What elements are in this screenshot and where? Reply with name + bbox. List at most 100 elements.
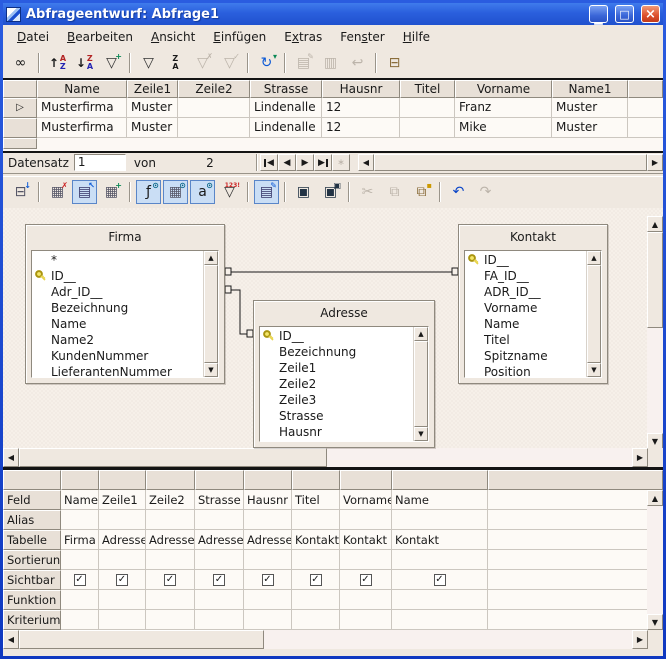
grid-cell-funktion[interactable] — [340, 590, 392, 610]
scrollbar-trough[interactable] — [327, 448, 632, 467]
field-item[interactable]: Zeile2 — [260, 376, 413, 392]
grid-cell-sortierung[interactable] — [99, 550, 146, 570]
table-name-button[interactable]: ▦⊙ — [163, 180, 188, 204]
column-header-name[interactable]: Name — [37, 80, 127, 98]
table-cell[interactable]: Muster — [127, 118, 178, 138]
edit-button[interactable]: ▤✎ — [254, 180, 279, 204]
standard-filter-button[interactable]: ▽ — [136, 51, 161, 75]
field-item[interactable]: Name2 — [32, 332, 203, 348]
grid-cell-sichtbar[interactable]: ✓ — [61, 570, 99, 590]
title-bar[interactable]: Abfrageentwurf: Abfrage1 ▁ □ × — [3, 3, 663, 25]
grid-cell-alias[interactable] — [392, 510, 488, 530]
scroll-left-button[interactable]: ◀ — [3, 630, 19, 649]
column-header-titel[interactable]: Titel — [400, 80, 455, 98]
menu-item-einfuegen[interactable]: Einfügen — [204, 27, 275, 47]
grid-column-header[interactable] — [292, 470, 340, 490]
grid-cell-sortierung[interactable] — [340, 550, 392, 570]
paste-button[interactable]: ⧉▪ — [409, 180, 434, 204]
grid-cell-sichtbar[interactable]: ✓ — [244, 570, 292, 590]
scrollbar-trough[interactable] — [647, 506, 663, 614]
record-number-input[interactable]: 1 — [74, 154, 126, 171]
grid-cell-alias[interactable] — [61, 510, 99, 530]
save-button[interactable]: ▣ — [291, 180, 316, 204]
field-item[interactable]: ID__ — [465, 252, 586, 268]
last-record-button[interactable]: ▶ — [314, 154, 332, 171]
field-item[interactable]: * — [32, 252, 203, 268]
table-cell[interactable]: Lindenalle — [250, 98, 322, 118]
scrollbar-trough[interactable] — [647, 328, 663, 433]
grid-cell-alias[interactable] — [340, 510, 392, 530]
visible-checkbox[interactable]: ✓ — [116, 574, 128, 586]
grid-cell-kriterium[interactable] — [392, 610, 488, 630]
grid-cell-sichtbar[interactable]: ✓ — [340, 570, 392, 590]
field-item[interactable]: Strasse — [260, 408, 413, 424]
design-table-title[interactable]: Firma — [26, 225, 224, 249]
menu-item-ansicht[interactable]: Ansicht — [142, 27, 204, 47]
maximize-button[interactable]: □ — [615, 5, 634, 23]
grid-cell-feld[interactable]: Strasse — [195, 490, 244, 510]
visible-checkbox[interactable]: ✓ — [262, 574, 274, 586]
grid-cell-sichtbar[interactable]: ✓ — [292, 570, 340, 590]
grid-column-header[interactable] — [244, 470, 292, 490]
scrollbar-trough[interactable] — [264, 630, 632, 649]
scroll-up-button[interactable]: ▲ — [414, 327, 428, 341]
scroll-down-button[interactable]: ▼ — [414, 427, 428, 441]
table-cell[interactable]: Musterfirma — [37, 118, 127, 138]
visible-checkbox[interactable]: ✓ — [74, 574, 86, 586]
grid-cell-tabelle[interactable]: Kontakt — [340, 530, 392, 550]
table-cell[interactable] — [400, 98, 455, 118]
scrollbar-thumb[interactable] — [19, 448, 327, 467]
field-item[interactable]: Bezeichnung — [32, 300, 203, 316]
grid-cell-tabelle[interactable]: Adresse — [195, 530, 244, 550]
grid-cell-alias[interactable] — [195, 510, 244, 530]
grid-cell-kriterium[interactable] — [146, 610, 195, 630]
column-header-strasse[interactable]: Strasse — [250, 80, 322, 98]
grid-cell-kriterium[interactable] — [340, 610, 392, 630]
design-table-kontakt[interactable]: KontaktID__FA_ID__ADR_ID__VornameNameTit… — [458, 224, 608, 384]
grid-cell-funktion[interactable] — [392, 590, 488, 610]
remove-filter-sort-button[interactable]: ▽✓ — [217, 51, 242, 75]
grid-row-header-funktion[interactable]: Funktion — [3, 590, 61, 610]
scrollbar-thumb[interactable] — [414, 341, 428, 427]
scroll-down-button[interactable]: ▼ — [647, 433, 663, 449]
sort-ascending-button[interactable]: ↑AZ — [45, 51, 70, 75]
new-record-button[interactable]: ∗ — [332, 154, 350, 171]
grid-column-header[interactable] — [392, 470, 488, 490]
row-marker[interactable] — [3, 138, 37, 149]
grid-cell-kriterium[interactable] — [244, 610, 292, 630]
distinct-values-button[interactable]: ▽123! — [217, 180, 242, 204]
grid-cell-alias[interactable] — [244, 510, 292, 530]
scroll-left-button[interactable]: ◀ — [358, 154, 374, 171]
grid-cell-tabelle[interactable]: Adresse — [99, 530, 146, 550]
design-table-title[interactable]: Adresse — [254, 301, 434, 325]
grid-cell-funktion[interactable] — [195, 590, 244, 610]
clear-query-button[interactable]: ▦✗ — [45, 180, 70, 204]
field-item[interactable]: Adr_ID__ — [32, 284, 203, 300]
grid-cell-funktion[interactable] — [146, 590, 195, 610]
grid-cell-funktion[interactable] — [61, 590, 99, 610]
menu-item-hilfe[interactable]: Hilfe — [394, 27, 439, 47]
column-header-vorname[interactable]: Vorname — [455, 80, 552, 98]
join-handle[interactable] — [225, 268, 231, 275]
grid-cell-feld[interactable]: Name — [392, 490, 488, 510]
field-item[interactable]: KundenNummer — [32, 348, 203, 364]
field-item[interactable]: Hausnr — [260, 424, 413, 440]
table-cell[interactable] — [178, 118, 250, 138]
field-item[interactable]: Titel — [465, 332, 586, 348]
table-cell[interactable] — [178, 98, 250, 118]
scroll-right-button[interactable]: ▶ — [632, 448, 648, 467]
data-source-as-table-button[interactable]: ⊟ — [382, 51, 407, 75]
grid-cell-sortierung[interactable] — [392, 550, 488, 570]
undo-data-entry-button[interactable]: ↩ — [345, 51, 370, 75]
grid-cell-feld[interactable]: Vorname — [340, 490, 392, 510]
grid-cell-sortierung[interactable] — [244, 550, 292, 570]
menu-item-bearbeiten[interactable]: Bearbeiten — [58, 27, 142, 47]
grid-cell-sortierung[interactable] — [61, 550, 99, 570]
grid-cell-alias[interactable] — [146, 510, 195, 530]
grid-row-header-sortierung[interactable]: Sortierung — [3, 550, 61, 570]
scroll-down-button[interactable]: ▼ — [587, 363, 601, 377]
grid-cell-tabelle[interactable]: Adresse — [146, 530, 195, 550]
autofilter-button[interactable]: ▽+ — [99, 51, 124, 75]
grid-cell-funktion[interactable] — [244, 590, 292, 610]
next-record-button[interactable]: ▶ — [296, 154, 314, 171]
